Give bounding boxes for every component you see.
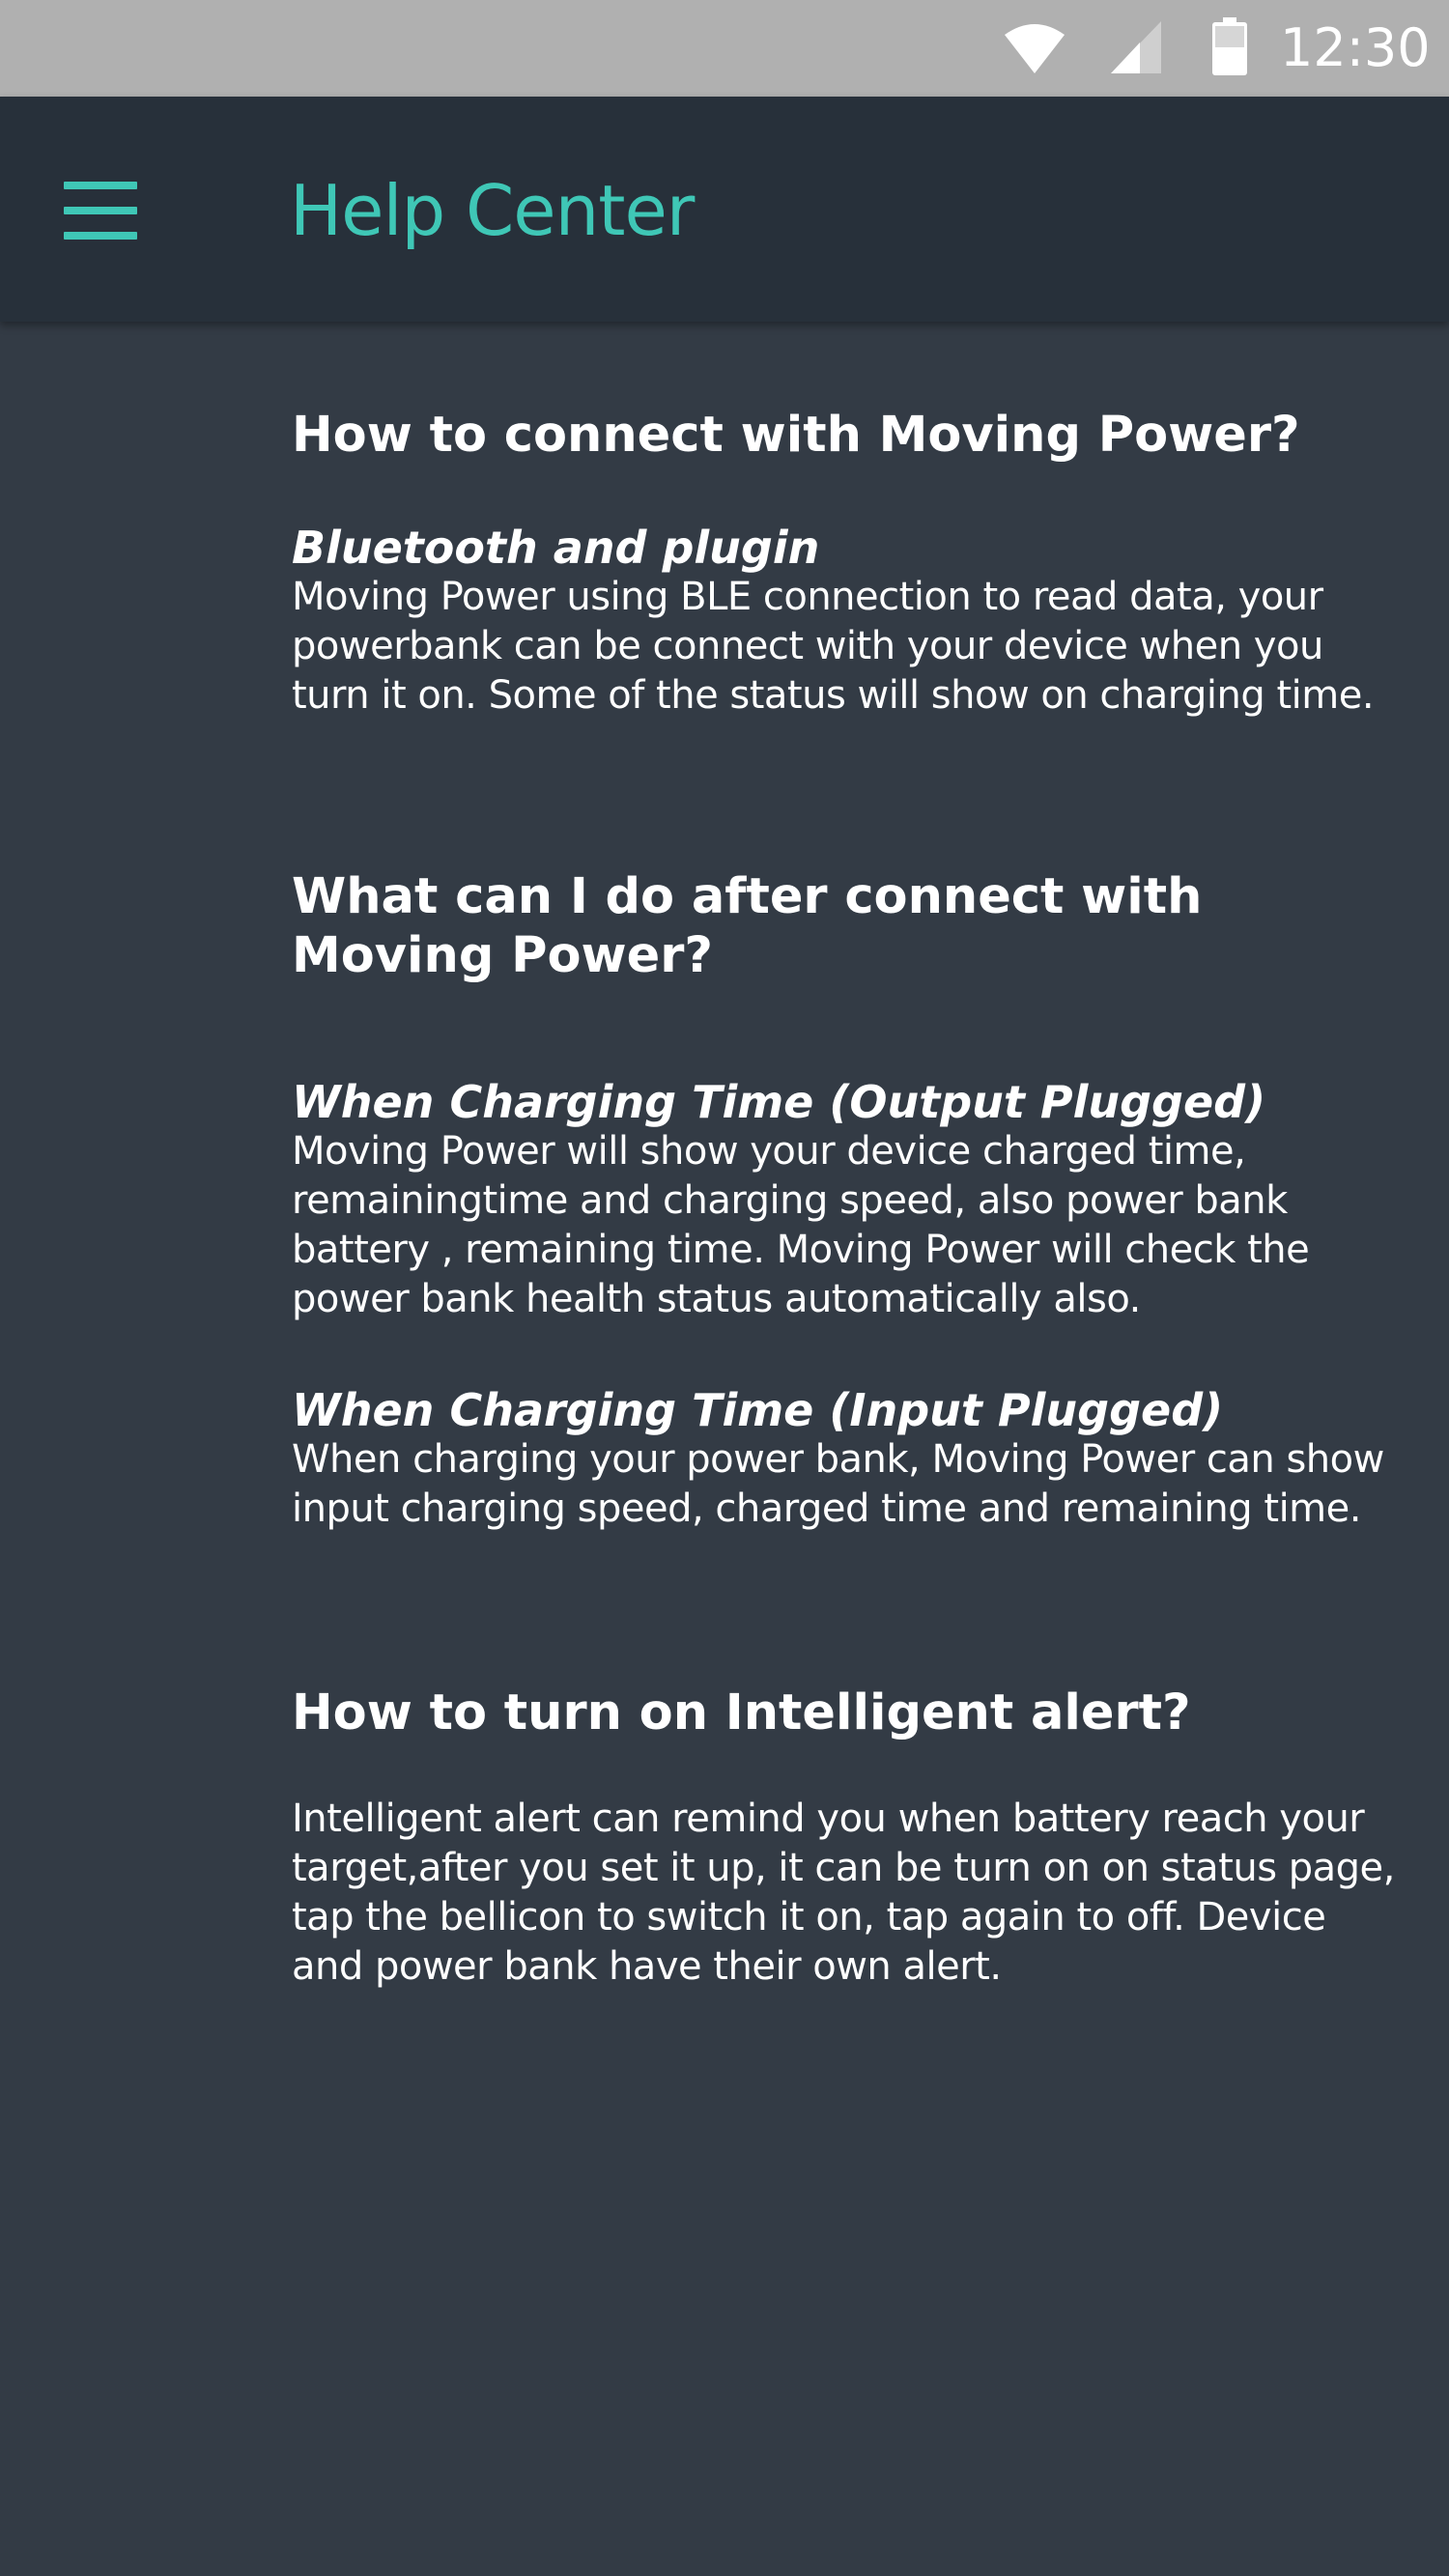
status-time: 12:30 [1280,17,1431,78]
section-subtitle: Bluetooth and plugin [292,522,820,574]
status-bar: 12:30 [0,0,1449,97]
section-subtitle: When Charging Time (Output Plugged) [292,1076,1266,1128]
app-bar: Help Center [0,97,1449,322]
section-body: Moving Power using BLE connection to rea… [292,575,1375,718]
section-body: Intelligent alert can remind you when ba… [292,1797,1395,1989]
faq-section-after-connect: What can I do after connect with Moving … [292,867,1403,1534]
hamburger-menu-icon[interactable] [43,162,158,259]
section-title: How to turn on Intelligent alert? [292,1684,1191,1741]
wifi-icon [1005,24,1065,73]
page-title: Help Center [290,170,695,251]
section-body: Moving Power will show your device charg… [292,1129,1310,1321]
section-subtitle: When Charging Time (Input Plugged) [292,1384,1224,1436]
section-title: What can I do after connect with Moving … [292,868,1203,984]
cell-signal-icon [1111,21,1161,73]
help-content: How to connect with Moving Power? Blueto… [292,406,1403,1992]
section-title: How to connect with Moving Power? [292,407,1300,464]
battery-icon [1212,17,1247,75]
section-body: When charging your power bank, Moving Po… [292,1437,1384,1531]
faq-section-connect: How to connect with Moving Power? Blueto… [292,406,1403,721]
faq-section-intelligent-alert: How to turn on Intelligent alert? Intell… [292,1684,1403,1992]
